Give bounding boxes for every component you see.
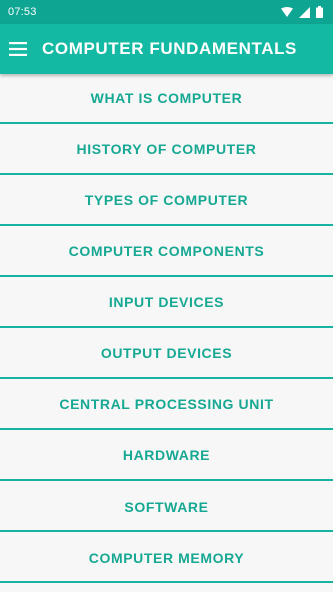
topic-item-hardware[interactable]: HARDWARE	[0, 431, 333, 482]
hamburger-menu-icon[interactable]	[8, 39, 28, 59]
topic-item-what-is-computer[interactable]: WHAT IS COMPUTER	[0, 74, 333, 124]
battery-icon	[316, 6, 323, 18]
wifi-icon	[281, 7, 293, 17]
topic-list: WHAT IS COMPUTER HISTORY OF COMPUTER TYP…	[0, 74, 333, 585]
topic-item-output-devices[interactable]: OUTPUT DEVICES	[0, 329, 333, 380]
status-time: 07:53	[8, 6, 37, 18]
signal-icon	[299, 6, 310, 18]
topic-item-computer-components[interactable]: COMPUTER COMPONENTS	[0, 227, 333, 277]
status-icons	[281, 6, 323, 18]
app-bar: COMPUTER FUNDAMENTALS	[0, 24, 333, 74]
status-bar: 07:53	[0, 0, 333, 24]
app-title: COMPUTER FUNDAMENTALS	[42, 39, 297, 58]
topic-item-types-of-computer[interactable]: TYPES OF COMPUTER	[0, 176, 333, 226]
topic-item-input-devices[interactable]: INPUT DEVICES	[0, 278, 333, 328]
topic-item-history-of-computer[interactable]: HISTORY OF COMPUTER	[0, 125, 333, 175]
topic-item-central-processing-unit[interactable]: CENTRAL PROCESSING UNIT	[0, 380, 333, 431]
topic-item-computer-memory[interactable]: COMPUTER MEMORY	[0, 533, 333, 584]
topic-item-software[interactable]: SOFTWARE	[0, 482, 333, 533]
